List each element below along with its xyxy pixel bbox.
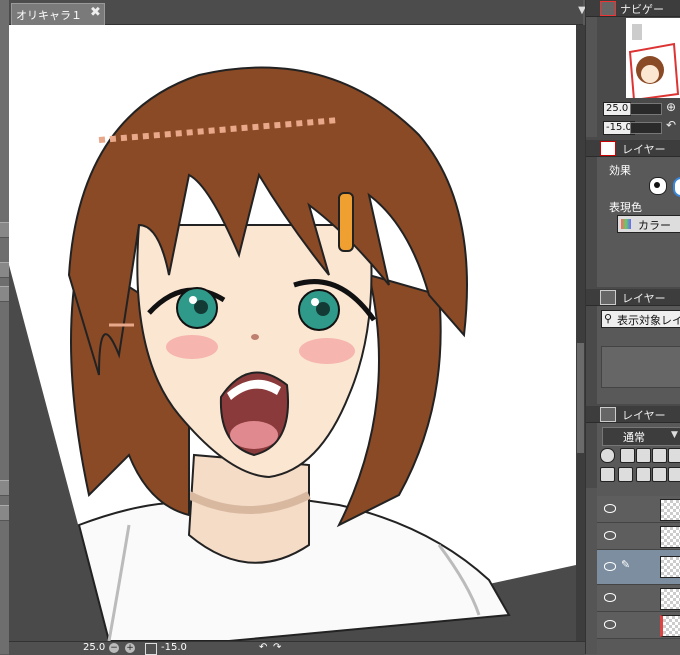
navigator-zoom-value[interactable]: 25.0 bbox=[603, 102, 632, 116]
layer-property-header[interactable]: レイヤー bbox=[586, 140, 680, 157]
layer-property-title: レイヤー bbox=[622, 143, 666, 156]
tool-handle[interactable] bbox=[0, 262, 9, 278]
eye-icon[interactable] bbox=[604, 504, 616, 513]
layer-row[interactable] bbox=[597, 496, 680, 523]
navigator-icon bbox=[600, 1, 616, 16]
tool-handle[interactable] bbox=[0, 480, 9, 496]
eye-icon[interactable] bbox=[604, 620, 616, 629]
layer-panel-header[interactable]: レイヤー bbox=[586, 406, 680, 423]
navigator-thumbnail[interactable] bbox=[626, 18, 680, 102]
layer-thumbnail bbox=[660, 499, 680, 521]
layer-thumbnail bbox=[660, 588, 680, 610]
clip-icon[interactable] bbox=[652, 448, 667, 463]
zoom-in-button[interactable]: + bbox=[125, 643, 135, 653]
blend-mode-select[interactable]: 通常 ▼ bbox=[602, 427, 680, 446]
eye-icon[interactable] bbox=[604, 531, 616, 540]
navigator-angle-slider[interactable] bbox=[630, 122, 662, 134]
eye-icon[interactable] bbox=[604, 593, 616, 602]
panel-grip[interactable] bbox=[586, 488, 597, 654]
layer-search-text: 表示対象レイ bbox=[617, 314, 680, 327]
rotate-left-icon[interactable]: ↶ bbox=[259, 642, 267, 654]
chevron-down-icon: ▼ bbox=[671, 430, 678, 440]
navigator-header[interactable]: ナビゲー bbox=[586, 0, 680, 17]
layer-row-selected[interactable]: ✎ bbox=[597, 550, 680, 585]
layer-thumbnail bbox=[660, 556, 680, 578]
layer-search-body: ⚲ 表示対象レイ bbox=[597, 306, 680, 404]
layer-thumbnail bbox=[660, 615, 680, 637]
canvas-status-bar: 25.0 − + -15.0 ↶ ↷ bbox=[9, 641, 585, 655]
opacity-icon[interactable] bbox=[600, 448, 615, 463]
layer-row[interactable] bbox=[597, 585, 680, 612]
new-folder-icon[interactable] bbox=[636, 467, 651, 482]
zoom-icon[interactable]: ⊕ bbox=[666, 100, 676, 114]
layer-property-body: 効果 表現色 カラー bbox=[597, 157, 680, 287]
close-icon[interactable]: ✖ bbox=[90, 6, 101, 20]
fit-icon[interactable] bbox=[145, 643, 157, 655]
tool-handle[interactable] bbox=[0, 286, 9, 302]
tool-handle[interactable] bbox=[0, 505, 9, 521]
lock-transparent-icon[interactable] bbox=[620, 448, 635, 463]
right-panel-dock: ナビゲー 25.0 ⊕ -15.0 ↶ レイヤー 効果 表現色 カラー レイヤー bbox=[585, 0, 680, 654]
blend-mode-value: 通常 bbox=[623, 431, 645, 444]
zoom-out-button[interactable]: − bbox=[109, 643, 119, 653]
navigator-zoom-slider[interactable] bbox=[630, 103, 662, 115]
layer-row[interactable] bbox=[597, 612, 680, 639]
effect-toggle-2[interactable] bbox=[673, 177, 680, 197]
rotate-icon[interactable]: ↶ bbox=[666, 118, 676, 132]
document-tab[interactable]: オリキャラ１ ✖ bbox=[11, 3, 105, 25]
scrollbar-thumb[interactable] bbox=[577, 343, 584, 453]
document-tab-bar: オリキャラ１ ✖ ▼ bbox=[9, 0, 586, 25]
angle-value[interactable]: -15.0 bbox=[161, 642, 187, 654]
panel-grip[interactable] bbox=[586, 17, 597, 137]
reference-icon[interactable] bbox=[668, 448, 680, 463]
tool-handle[interactable] bbox=[0, 222, 9, 238]
color-mode-label: カラー bbox=[638, 219, 671, 232]
rotate-right-icon[interactable]: ↷ bbox=[273, 642, 281, 654]
lock-icon[interactable] bbox=[636, 448, 651, 463]
pen-icon: ✎ bbox=[621, 558, 631, 571]
drawing-canvas[interactable] bbox=[9, 25, 576, 641]
layer-search-title: レイヤー bbox=[622, 292, 666, 305]
navigator-title: ナビゲー bbox=[620, 3, 664, 16]
new-layer-icon[interactable] bbox=[600, 467, 615, 482]
illustration-artwork bbox=[9, 66, 576, 641]
layer-search-results bbox=[601, 346, 680, 388]
color-mode-button[interactable]: カラー bbox=[617, 215, 680, 233]
color-swatch-icon bbox=[621, 219, 631, 229]
layer-panel-title: レイヤー bbox=[622, 409, 666, 422]
merge-down-icon[interactable] bbox=[652, 467, 667, 482]
effect-label: 効果 bbox=[609, 164, 631, 177]
navigator-preview bbox=[628, 24, 680, 102]
vertical-scrollbar[interactable] bbox=[576, 25, 585, 641]
layer-row[interactable] bbox=[597, 523, 680, 550]
effect-toggle-dot bbox=[654, 182, 660, 188]
layer-icon bbox=[600, 290, 616, 305]
color-label: 表現色 bbox=[609, 201, 642, 214]
zoom-value[interactable]: 25.0 bbox=[83, 642, 105, 654]
new-vector-layer-icon[interactable] bbox=[618, 467, 633, 482]
layer-search-header[interactable]: レイヤー bbox=[586, 289, 680, 306]
layer-icon bbox=[600, 407, 616, 422]
delete-layer-icon[interactable] bbox=[668, 467, 680, 482]
document-tab-title: オリキャラ１ bbox=[16, 9, 82, 22]
search-icon: ⚲ bbox=[604, 312, 613, 325]
layer-property-icon bbox=[600, 141, 616, 156]
layer-thumbnail bbox=[660, 526, 680, 548]
eye-icon[interactable] bbox=[604, 562, 616, 571]
layer-search-field[interactable]: ⚲ 表示対象レイ bbox=[601, 310, 680, 328]
